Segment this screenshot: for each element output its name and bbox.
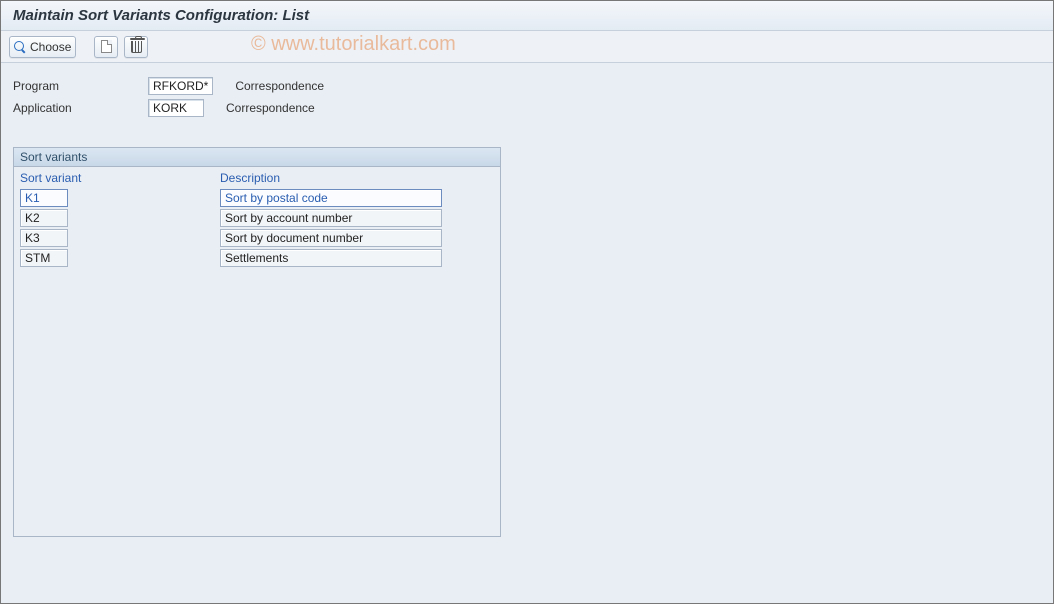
col-header-variant: Sort variant [20, 171, 220, 185]
program-desc: Correspondence [235, 79, 324, 93]
table-row[interactable]: K2 Sort by account number [20, 209, 494, 227]
description-cell[interactable]: Sort by account number [220, 209, 442, 227]
variant-cell[interactable]: K1 [20, 189, 68, 207]
variant-cell[interactable]: K3 [20, 229, 68, 247]
application-label: Application [13, 101, 148, 115]
col-header-description: Description [220, 171, 280, 185]
delete-button[interactable] [124, 36, 148, 58]
trash-icon [131, 41, 142, 53]
choose-button[interactable]: Choose [9, 36, 76, 58]
document-icon [101, 40, 112, 53]
table-row[interactable]: K1 Sort by postal code [20, 189, 494, 207]
choose-label: Choose [30, 40, 71, 54]
title-bar: Maintain Sort Variants Configuration: Li… [1, 1, 1053, 31]
page-title: Maintain Sort Variants Configuration: Li… [13, 7, 1041, 24]
column-headers: Sort variant Description [20, 169, 494, 189]
application-desc: Correspondence [226, 101, 315, 115]
new-button[interactable] [94, 36, 118, 58]
description-cell[interactable]: Settlements [220, 249, 442, 267]
table-row[interactable]: K3 Sort by document number [20, 229, 494, 247]
panel-body: Sort variant Description K1 Sort by post… [14, 167, 500, 275]
program-field[interactable]: RFKORD* [148, 77, 213, 95]
table-row[interactable]: STM Settlements [20, 249, 494, 267]
application-field[interactable]: KORK [148, 99, 204, 117]
variant-cell[interactable]: K2 [20, 209, 68, 227]
program-label: Program [13, 79, 148, 93]
variant-cell[interactable]: STM [20, 249, 68, 267]
description-cell[interactable]: Sort by postal code [220, 189, 442, 207]
main-area: Program RFKORD* Correspondence Applicati… [1, 63, 1053, 551]
application-row: Application KORK Correspondence [13, 99, 1041, 117]
description-cell[interactable]: Sort by document number [220, 229, 442, 247]
magnifier-icon [14, 41, 26, 53]
toolbar: Choose [1, 31, 1053, 63]
sort-variants-panel: Sort variants Sort variant Description K… [13, 147, 501, 537]
panel-title: Sort variants [14, 148, 500, 167]
program-row: Program RFKORD* Correspondence [13, 77, 1041, 95]
